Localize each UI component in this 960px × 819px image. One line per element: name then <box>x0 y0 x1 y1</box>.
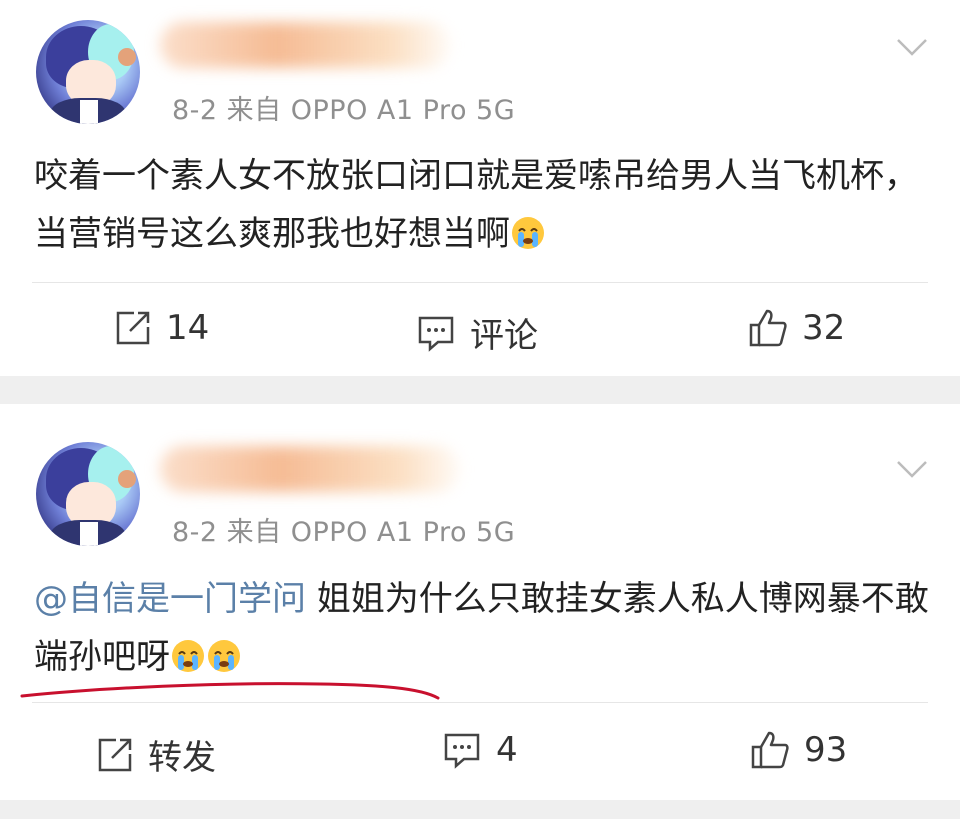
chevron-down-icon[interactable] <box>896 30 928 62</box>
like-button[interactable]: 93 <box>750 730 847 770</box>
share-icon <box>98 738 132 771</box>
share-button[interactable]: 14 <box>114 308 209 348</box>
post-content: 咬着一个素人女不放张口闭口就是爱嗦吊给男人当飞机杯，当营销号这么爽那我也好想当啊 <box>34 156 918 254</box>
share-count: 14 <box>166 308 210 348</box>
crying-face-icon <box>208 640 240 672</box>
thumbs-up-icon <box>749 309 787 347</box>
comment-button[interactable]: 评论 <box>416 308 538 357</box>
blurred-username[interactable] <box>160 446 460 492</box>
comment-icon <box>418 316 454 352</box>
post-meta: 8-2 来自 OPPO A1 Pro 5G <box>172 517 516 548</box>
blurred-username[interactable] <box>160 22 450 68</box>
user-avatar[interactable] <box>36 20 140 124</box>
crying-face-icon <box>172 640 204 672</box>
comment-label: 评论 <box>470 316 538 356</box>
share-button[interactable]: 转发 <box>96 730 216 779</box>
share-icon <box>116 311 150 345</box>
thumbs-up-icon <box>751 731 789 769</box>
crying-face-icon <box>512 217 544 249</box>
comment-icon <box>444 733 480 769</box>
like-count: 32 <box>802 308 846 348</box>
post-card: 8-2 来自 OPPO A1 Pro 5G @自信是一门学问 姐姐为什么只敢挂女… <box>0 404 960 800</box>
divider <box>32 702 928 703</box>
share-label: 转发 <box>148 738 216 778</box>
post-meta: 8-2 来自 OPPO A1 Pro 5G <box>172 95 516 126</box>
chevron-down-icon[interactable] <box>896 452 928 484</box>
divider <box>32 282 928 283</box>
red-underline-annotation <box>20 682 440 700</box>
comment-button[interactable]: 4 <box>442 730 518 770</box>
comment-count: 4 <box>496 730 518 770</box>
post-card: 8-2 来自 OPPO A1 Pro 5G 咬着一个素人女不放张口闭口就是爱嗦吊… <box>0 0 960 376</box>
like-count: 93 <box>804 730 848 770</box>
user-avatar[interactable] <box>36 442 140 546</box>
mention-link[interactable]: @自信是一门学问 <box>34 579 306 619</box>
post-content: @自信是一门学问 姐姐为什么只敢挂女素人私人博网暴不敢端孙吧呀 <box>34 579 929 677</box>
like-button[interactable]: 32 <box>748 308 845 348</box>
